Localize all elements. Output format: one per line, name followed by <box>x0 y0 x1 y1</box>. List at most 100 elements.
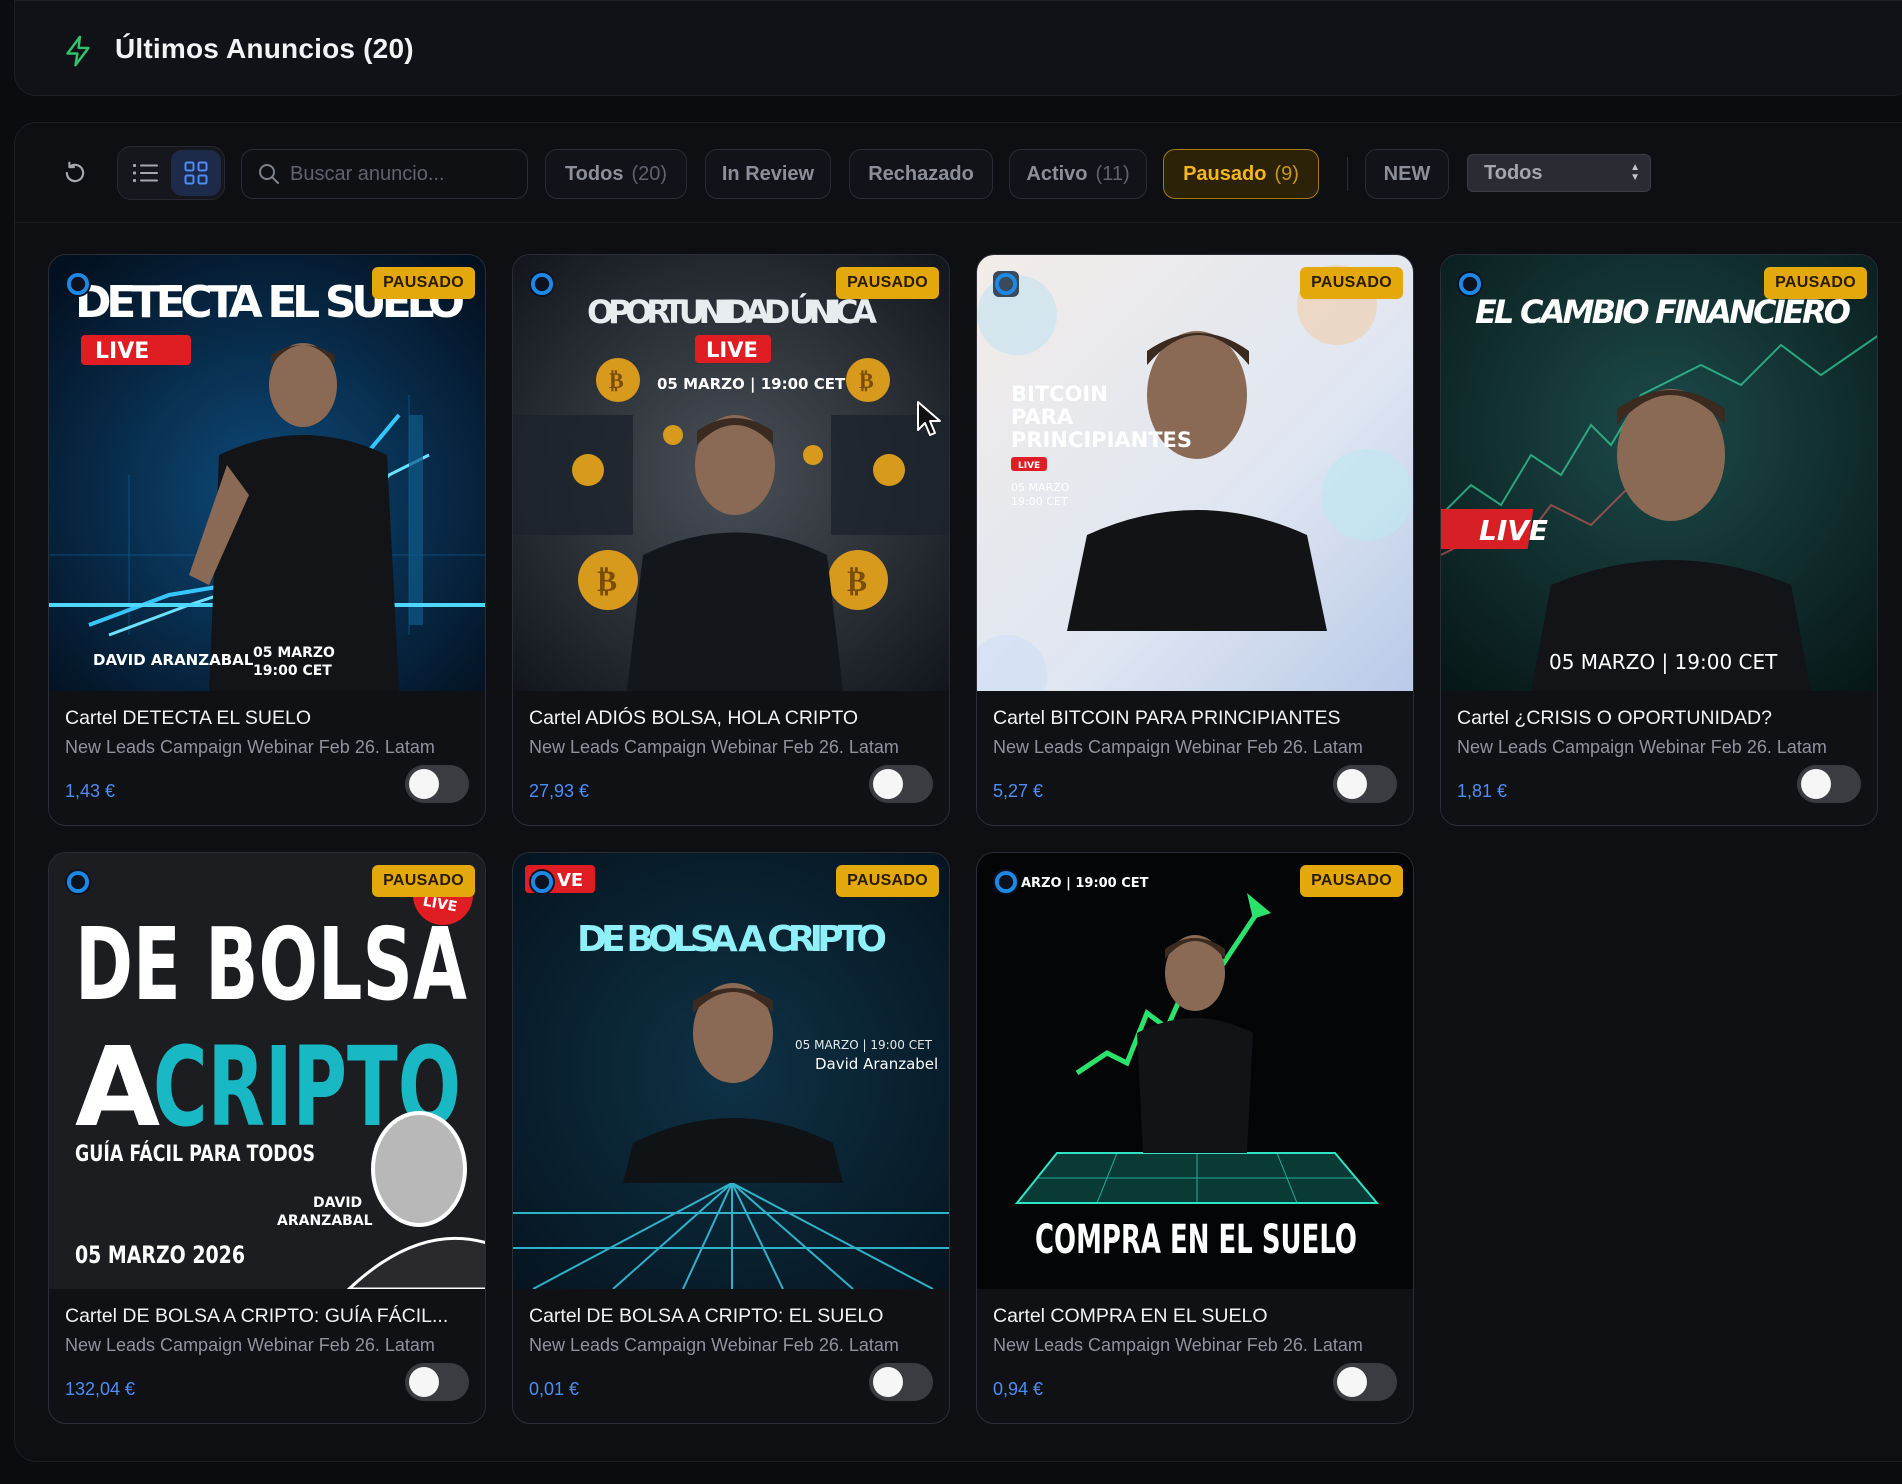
filter-label: In Review <box>721 162 815 185</box>
ad-card[interactable]: DE BOLSA A CRIPTO 05 MARZO | 19:00 CET D… <box>512 852 950 1424</box>
ad-toggle[interactable] <box>405 1363 469 1401</box>
ad-card[interactable]: EL CAMBIO FINANCIERO LIVE 05 MARZO | 19:… <box>1440 254 1878 826</box>
grid-view-button[interactable] <box>171 150 221 196</box>
ad-card[interactable]: BITCOIN PARA PRINCIPIANTES LIVE 05 MARZO… <box>976 254 1414 826</box>
ad-toggle[interactable] <box>1797 765 1861 803</box>
ad-toggle[interactable] <box>1333 1363 1397 1401</box>
page-title: Últimos Anuncios (20) <box>115 33 414 64</box>
filter-label: Pausado <box>1183 162 1267 185</box>
card-campaign: New Leads Campaign Webinar Feb 26. Latam <box>529 1335 899 1355</box>
toolbar: Todos (20) In Review Rechazado Activo (11)… <box>15 123 1902 223</box>
meta-icon <box>993 271 1019 297</box>
toolbar-divider <box>1347 157 1348 191</box>
ad-toggle[interactable] <box>869 1363 933 1401</box>
search-icon <box>259 164 279 184</box>
filter-new[interactable]: NEW <box>1365 149 1449 199</box>
image-live: VE <box>557 870 583 891</box>
ad-toggle[interactable] <box>405 765 469 803</box>
image-headline: DE BOLSA A CRIPTO <box>577 919 887 960</box>
card-campaign: New Leads Campaign Webinar Feb 26. Latam <box>993 737 1363 757</box>
filter-count: (9) <box>1274 162 1299 185</box>
ad-card[interactable]: DE BOLSA A CRIPTO GUÍA FÁCIL PARA TODOS … <box>48 852 486 1424</box>
card-title: Cartel ADIÓS BOLSA, HOLA CRIPTO <box>529 707 859 729</box>
image-line1: DE BOLSA <box>75 906 467 1023</box>
card-title: Cartel ¿CRISIS O OPORTUNIDAD? <box>1457 707 1772 729</box>
meta-icon <box>65 271 91 297</box>
ad-image: DE BOLSA A CRIPTO 05 MARZO | 19:00 CET D… <box>513 853 949 1289</box>
svg-text:₿: ₿ <box>847 564 867 599</box>
ad-thumbnail: ₿ ₿ ₿ ₿ OPORTUNIDAD ÚNICA LIVE 05 MARZO | 1… <box>513 255 949 691</box>
search-box <box>241 149 528 199</box>
image-live: LIVE <box>1018 461 1040 471</box>
status-badge: PAUSADO <box>836 865 939 897</box>
meta-icon <box>529 271 555 297</box>
grid-icon <box>184 161 208 185</box>
refresh-button[interactable] <box>59 157 91 189</box>
image-live: LIVE <box>95 339 149 364</box>
ad-image: DE BOLSA A CRIPTO GUÍA FÁCIL PARA TODOS … <box>49 853 485 1289</box>
image-live: LIVE <box>706 338 758 362</box>
ad-image: DETECTA EL SUELO LIVE DAVID ARANZABAL 05… <box>49 255 485 691</box>
filter-pausado[interactable]: Pausado (9) <box>1163 149 1319 199</box>
card-campaign: New Leads Campaign Webinar Feb 26. Latam <box>65 737 435 757</box>
image-date: 05 MARZO <box>253 645 335 661</box>
card-price: 5,27 € <box>993 781 1044 801</box>
status-select[interactable]: Todos ▲ ▼ <box>1467 154 1651 192</box>
ad-toggle[interactable] <box>1333 765 1397 803</box>
filter-in-review[interactable]: In Review <box>705 149 831 199</box>
ad-image: BITCOIN PARA PRINCIPIANTES LIVE 05 MARZO… <box>977 255 1413 691</box>
card-campaign: New Leads Campaign Webinar Feb 26. Latam <box>1457 737 1827 757</box>
select-value: Todos <box>1484 161 1543 184</box>
svg-text:₿: ₿ <box>609 369 624 394</box>
image-sub: GUÍA FÁCIL PARA TODOS <box>75 1141 315 1167</box>
card-price: 132,04 € <box>65 1379 136 1399</box>
toggle-knob <box>409 1367 439 1397</box>
filter-todos[interactable]: Todos (20) <box>545 149 687 199</box>
status-badge: PAUSADO <box>1300 865 1403 897</box>
image-line1: BITCOIN <box>1011 382 1108 406</box>
image-headline: OPORTUNIDAD ÚNICA <box>587 292 877 331</box>
meta-icon <box>993 869 1019 895</box>
search-input[interactable] <box>290 162 510 186</box>
filter-activo[interactable]: Activo (11) <box>1009 149 1147 199</box>
card-price: 1,43 € <box>65 781 116 801</box>
card-title: Cartel DE BOLSA A CRIPTO: GUÍA FÁCIL... <box>65 1305 449 1327</box>
card-price: 0,01 € <box>529 1379 580 1399</box>
ad-thumbnail: DE BOLSA A CRIPTO 05 MARZO | 19:00 CET D… <box>513 853 949 1289</box>
ad-thumbnail: EL CAMBIO FINANCIERO LIVE 05 MARZO | 19:… <box>1441 255 1877 691</box>
toggle-knob <box>1801 769 1831 799</box>
status-badge: PAUSADO <box>836 267 939 299</box>
card-campaign: New Leads Campaign Webinar Feb 26. Latam <box>993 1335 1363 1355</box>
status-badge: PAUSADO <box>1300 267 1403 299</box>
ad-image: COMPRA EN EL SUELO ARZO | 19:00 CET <box>977 853 1413 1289</box>
image-name1: DAVID <box>313 1195 362 1211</box>
card-campaign: New Leads Campaign Webinar Feb 26. Latam <box>65 1335 435 1355</box>
page-header: Últimos Anuncios (20) <box>14 0 1902 96</box>
image-date: 05 MARZO | 19:00 CET <box>795 1038 933 1052</box>
ad-toggle[interactable] <box>869 765 933 803</box>
image-line2: PARA <box>1011 405 1074 429</box>
filter-rechazado[interactable]: Rechazado <box>849 149 993 199</box>
meta-icon <box>529 869 555 895</box>
toggle-knob <box>1337 769 1367 799</box>
card-title: Cartel DE BOLSA A CRIPTO: EL SUELO <box>529 1305 884 1327</box>
image-date: 05 MARZO 2026 <box>75 1241 245 1269</box>
ad-thumbnail: COMPRA EN EL SUELO ARZO | 19:00 CET PAUS… <box>977 853 1413 1289</box>
filter-count: (20) <box>631 162 668 185</box>
filter-count: (11) <box>1095 162 1130 185</box>
image-name2: ARANZABAL <box>277 1213 373 1229</box>
status-badge: PAUSADO <box>372 865 475 897</box>
ad-thumbnail: DETECTA EL SUELO LIVE DAVID ARANZABAL 05… <box>49 255 485 691</box>
select-arrows-icon: ▲ ▼ <box>1630 162 1640 183</box>
toggle-knob <box>409 769 439 799</box>
meta-icon <box>65 869 91 895</box>
image-date: ARZO | 19:00 CET <box>1021 876 1149 891</box>
card-title: Cartel COMPRA EN EL SUELO <box>993 1305 1268 1327</box>
ad-card[interactable]: ₿ ₿ ₿ ₿ OPORTUNIDAD ÚNICA LIVE 05 MARZO | 1… <box>512 254 950 826</box>
list-view-button[interactable] <box>121 150 171 196</box>
ad-card[interactable]: DETECTA EL SUELO LIVE DAVID ARANZABAL 05… <box>48 254 486 826</box>
svg-text:₿: ₿ <box>597 564 617 599</box>
image-date: 05 MARZO | 19:00 CET <box>1549 650 1778 674</box>
ad-card[interactable]: COMPRA EN EL SUELO ARZO | 19:00 CET PAUS… <box>976 852 1414 1424</box>
toggle-knob <box>873 1367 903 1397</box>
